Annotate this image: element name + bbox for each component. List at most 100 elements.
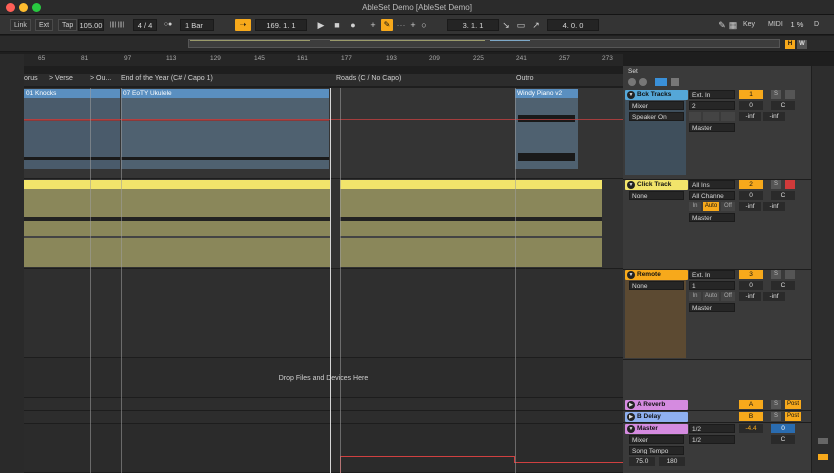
pan-field[interactable]: C: [771, 191, 795, 200]
arrangement-link-icon[interactable]: [655, 78, 667, 86]
set-fold-icon[interactable]: [628, 78, 636, 86]
volume-field[interactable]: 0: [739, 281, 763, 290]
monitor-off-button[interactable]: Off: [721, 292, 735, 301]
track-activator[interactable]: 3: [739, 270, 763, 279]
tap-tempo-button[interactable]: Tap: [58, 19, 78, 31]
monitor-in-button[interactable]: [689, 112, 701, 121]
track-activator[interactable]: 1: [739, 90, 763, 99]
track-output-dropdown[interactable]: Speaker On: [629, 112, 684, 121]
fold-icon[interactable]: ▶: [627, 413, 635, 421]
song-position-field[interactable]: 169. 1. 1: [255, 19, 307, 31]
monitor-off-button[interactable]: [721, 112, 735, 121]
volume-field[interactable]: 0: [739, 101, 763, 110]
clip[interactable]: [340, 180, 602, 267]
monitor-auto-button[interactable]: Auto: [703, 202, 719, 211]
automation-arm-button[interactable]: ✎: [381, 19, 393, 31]
tempo-min-field[interactable]: 75.0: [629, 457, 655, 466]
beat-time-ruler[interactable]: 65 81 97 113 129 145 161 177 193 209 225…: [24, 54, 623, 66]
fold-icon[interactable]: ▼: [627, 425, 635, 433]
reverb-return-lane[interactable]: [24, 398, 623, 411]
set-fold-icon[interactable]: [639, 78, 647, 86]
clip[interactable]: [24, 180, 330, 267]
input-type-dropdown[interactable]: All Ins: [689, 180, 735, 189]
clip[interactable]: Windy Piano v2: [515, 89, 578, 169]
track-title-a-reverb[interactable]: ▶ A Reverb: [625, 400, 688, 410]
punch-in-icon[interactable]: ↘: [500, 19, 512, 31]
monitor-auto-button[interactable]: [703, 112, 719, 121]
track-title-b-delay[interactable]: ▶ B Delay: [625, 412, 688, 422]
punch-icon[interactable]: ○: [419, 19, 429, 31]
pre-post-toggle[interactable]: Post: [785, 400, 801, 409]
loop-add-icon[interactable]: +: [408, 19, 418, 31]
solo-button[interactable]: S: [771, 400, 781, 409]
master-pan-field[interactable]: C: [771, 435, 795, 444]
locator-verse[interactable]: > Verse: [49, 75, 73, 82]
track-activator[interactable]: 2: [739, 180, 763, 189]
arrangement-view[interactable]: 01 Knocks 07 EoTY Ukulele Windy Piano v2…: [24, 88, 623, 473]
loop-length-field[interactable]: 4. 0. 0: [547, 19, 599, 31]
input-type-dropdown[interactable]: Ext. In: [689, 270, 735, 279]
stop-button[interactable]: ■: [331, 19, 343, 31]
locator-roads[interactable]: Roads (C / No Capo): [336, 75, 401, 82]
track-title-bck-tracks[interactable]: ▼ Bck Tracks: [625, 90, 688, 100]
playhead[interactable]: [330, 88, 331, 473]
lock-icon[interactable]: [671, 78, 679, 86]
fold-icon[interactable]: ▼: [627, 91, 635, 99]
input-channel-dropdown[interactable]: All Channe: [689, 191, 735, 200]
overview-h-button[interactable]: H: [785, 40, 795, 49]
audio-to-dropdown[interactable]: Master: [689, 123, 735, 132]
cue-out-dropdown[interactable]: 1/2: [689, 424, 735, 433]
draw-mode-icon[interactable]: ✎: [717, 19, 727, 31]
quantize-dropdown[interactable]: 1 Bar: [180, 19, 214, 31]
input-channel-dropdown[interactable]: 2: [689, 101, 735, 110]
locator-chorus[interactable]: orus: [24, 75, 38, 82]
pan-field[interactable]: C: [771, 281, 795, 290]
monitor-in-button[interactable]: In: [689, 202, 701, 211]
master-out-dropdown[interactable]: 1/2: [689, 435, 735, 444]
clip[interactable]: 07 EoTY Ukulele: [121, 89, 329, 169]
io-toggle-icon[interactable]: [818, 438, 828, 444]
tempo-max-field[interactable]: 180: [659, 457, 685, 466]
return-activator[interactable]: A: [739, 400, 763, 409]
volume-field[interactable]: 0: [739, 191, 763, 200]
input-type-dropdown[interactable]: Ext. In: [689, 90, 735, 99]
input-channel-dropdown[interactable]: 1: [689, 281, 735, 290]
quantize-icon[interactable]: ○●: [160, 19, 176, 31]
track-title-click-track[interactable]: ▼ Click Track: [625, 180, 688, 190]
master-volume-field[interactable]: -4.4: [739, 424, 763, 433]
arm-button[interactable]: [785, 90, 795, 99]
audio-to-dropdown[interactable]: Master: [689, 303, 735, 312]
cue-volume-field[interactable]: 0: [771, 424, 795, 433]
locator-lane[interactable]: orus > Verse > Ou... End of the Year (C#…: [24, 74, 623, 86]
track-title-master[interactable]: ▼ Master: [625, 424, 688, 434]
time-signature-field[interactable]: 4 / 4: [133, 19, 157, 31]
arm-button[interactable]: [785, 180, 795, 189]
metronome-icon[interactable]: |||| ||||: [106, 19, 128, 31]
fold-icon[interactable]: ▼: [627, 271, 635, 279]
locator-outro[interactable]: Outro: [516, 75, 534, 82]
track-title-remote[interactable]: ▼ Remote: [625, 270, 688, 280]
play-button[interactable]: ▶: [315, 19, 327, 31]
dotted-icon[interactable]: ⋯: [396, 19, 406, 31]
solo-button[interactable]: S: [771, 412, 781, 421]
track-routing-dropdown[interactable]: None: [629, 281, 684, 290]
fold-icon[interactable]: ▶: [627, 401, 635, 409]
key-map-icon[interactable]: ▦: [728, 19, 738, 31]
midi-map-button[interactable]: MIDI: [765, 19, 786, 31]
follow-button[interactable]: ➝: [235, 19, 251, 31]
monitor-off-button[interactable]: Off: [721, 202, 735, 211]
punch-out-icon[interactable]: ↗: [530, 19, 542, 31]
monitor-in-button[interactable]: In: [689, 292, 701, 301]
record-button[interactable]: ●: [347, 19, 359, 31]
master-lane[interactable]: [24, 424, 623, 473]
fold-icon[interactable]: ▼: [627, 181, 635, 189]
ext-sync-button[interactable]: Ext: [35, 19, 54, 31]
overview-w-button[interactable]: W: [797, 40, 807, 49]
return-activator[interactable]: B: [739, 412, 763, 421]
loop-switch-icon[interactable]: ▭: [515, 19, 527, 31]
arm-button[interactable]: [785, 270, 795, 279]
sends-toggle-icon[interactable]: [818, 454, 828, 460]
arrangement-overview[interactable]: H W: [0, 36, 834, 52]
solo-button[interactable]: S: [771, 180, 781, 189]
locator-end-of-the-year[interactable]: End of the Year (C# / Capo 1): [121, 75, 213, 82]
